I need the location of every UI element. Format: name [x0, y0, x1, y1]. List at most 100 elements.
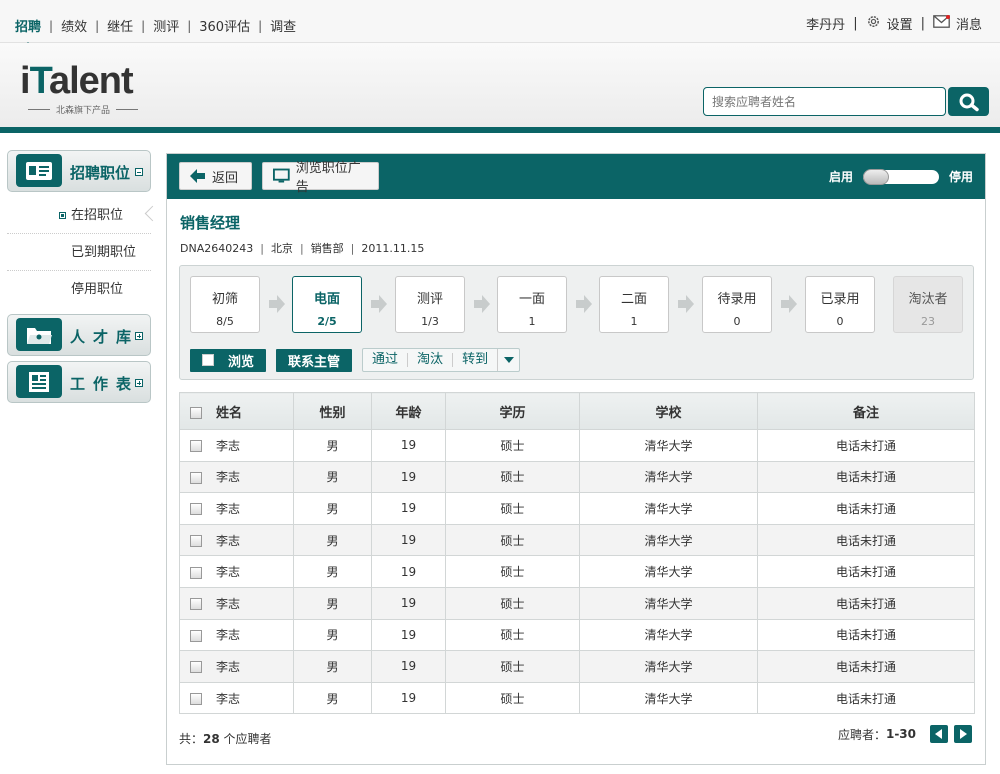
arrow-right-icon [576, 295, 592, 313]
arrow-right-icon [678, 295, 694, 313]
table-row[interactable]: 李志 男 19 硕士 清华大学 电话未打通 [179, 523, 975, 557]
sidebar-item-expired-positions[interactable]: 已到期职位 [7, 234, 151, 271]
candidate-name[interactable]: 李志 [216, 534, 240, 548]
job-code: DNA2640243 [180, 241, 254, 255]
messages-link[interactable]: 消息 [956, 14, 982, 33]
header-checkbox[interactable] [190, 407, 202, 419]
enable-disable-slider[interactable] [862, 168, 939, 185]
row-checkbox[interactable] [190, 629, 202, 642]
transfer-dropdown[interactable] [497, 349, 519, 371]
nav-360[interactable]: 360评估 [199, 16, 250, 35]
mail-icon[interactable] [933, 15, 950, 32]
action-toolbar: 浏览 联系主管 通过 淘汰 转到 [190, 348, 521, 372]
sidebar-recruit-positions[interactable]: 招聘职位 [7, 150, 151, 192]
select-all-checkbox[interactable] [202, 354, 214, 366]
table-row[interactable]: 李志 男 19 硕士 清华大学 电话未打通 [179, 555, 975, 588]
row-checkbox[interactable] [190, 503, 202, 516]
nav-recruit[interactable]: 招聘 [15, 16, 41, 47]
sidebar-talent-pool[interactable]: 人才库 [7, 314, 151, 356]
row-checkbox[interactable] [190, 471, 202, 484]
stage-assessment[interactable]: 测评 1/3 [395, 276, 465, 333]
candidate-name[interactable]: 李志 [216, 439, 240, 453]
table-row[interactable]: 李志 男 19 硕士 清华大学 电话未打通 [179, 460, 975, 494]
nav-separator: | [141, 18, 146, 33]
stage-pending-hire[interactable]: 待录用 0 [702, 276, 772, 333]
nav-separator: | [49, 18, 54, 33]
row-checkbox[interactable] [190, 440, 202, 453]
stage-screening[interactable]: 初筛 8/5 [190, 276, 260, 333]
row-checkbox[interactable] [190, 693, 202, 706]
stage-second-interview[interactable]: 二面 1 [599, 276, 669, 333]
prev-page-button[interactable] [930, 725, 948, 743]
expand-icon[interactable] [135, 332, 143, 340]
column-school[interactable]: 学校 [579, 392, 758, 430]
table-row[interactable]: 李志 男 19 硕士 清华大学 电话未打通 [179, 429, 975, 462]
column-age[interactable]: 年龄 [371, 392, 446, 430]
table-header-row: 姓名 性别 年龄 学历 学校 备注 [179, 392, 975, 430]
candidate-name[interactable]: 李志 [216, 597, 240, 611]
contact-manager-button[interactable]: 联系主管 [276, 348, 353, 372]
stage-hired[interactable]: 已录用 0 [805, 276, 875, 333]
job-date: 2011.11.15 [361, 241, 425, 255]
gear-icon[interactable] [866, 14, 881, 33]
settings-link[interactable]: 设置 [887, 14, 913, 33]
column-name[interactable]: 姓名 [179, 392, 294, 430]
header: iTalent 北森旗下产品 [0, 43, 1000, 127]
transfer-button[interactable]: 转到 [453, 353, 497, 367]
nav-survey[interactable]: 调查 [270, 16, 296, 35]
candidate-name[interactable]: 李志 [216, 565, 240, 579]
user-name[interactable]: 李丹丹 [806, 14, 845, 33]
table-row[interactable]: 李志 男 19 硕士 清华大学 电话未打通 [179, 650, 975, 683]
table-row[interactable]: 李志 男 19 硕士 清华大学 电话未打通 [179, 681, 975, 715]
nav-assessment[interactable]: 测评 [153, 16, 179, 35]
stage-phone-interview[interactable]: 电面 2/5 [292, 276, 362, 333]
row-checkbox[interactable] [190, 535, 202, 548]
search-button[interactable] [948, 87, 989, 116]
pass-button[interactable]: 通过 [363, 353, 409, 367]
sidebar-item-open-positions[interactable]: 在招职位 [7, 197, 151, 234]
folder-icon [16, 318, 62, 351]
browse-button[interactable]: 浏览 [190, 348, 267, 372]
candidate-name[interactable]: 李志 [216, 628, 240, 642]
candidate-name[interactable]: 李志 [216, 660, 240, 674]
eliminate-button[interactable]: 淘汰 [408, 353, 454, 367]
nav-separator: | [187, 18, 192, 33]
chevron-right-icon [960, 729, 967, 739]
browse-ad-button[interactable]: 浏览职位广告 [262, 161, 379, 195]
nav-separator: | [920, 16, 925, 31]
job-meta: DNA2640243 | 北京 | 销售部 | 2011.11.15 [180, 241, 425, 256]
back-button[interactable]: 返回 [179, 162, 252, 190]
sidebar: 招聘职位 在招职位 已到期职位 停用职位 人才库 工作表 [7, 150, 151, 408]
expand-icon[interactable] [135, 379, 143, 387]
module-nav: 招聘 | 绩效 | 继任 | 测评 | 360评估 | 调查 [15, 16, 296, 47]
next-page-button[interactable] [954, 725, 972, 743]
arrow-right-icon [371, 295, 387, 313]
row-checkbox[interactable] [190, 598, 202, 611]
stage-pipeline: 初筛 8/5 电面 2/5 测评 1/3 一面 1 二面 1 待录用 0 已录用 0 淘汰者 2… [179, 265, 974, 380]
search-input[interactable] [703, 87, 946, 116]
collapse-icon[interactable] [135, 168, 143, 176]
table-row[interactable]: 李志 男 19 硕士 清华大学 电话未打通 [179, 618, 975, 652]
sidebar-item-disabled-positions[interactable]: 停用职位 [7, 271, 151, 308]
panel-header: 返回 浏览职位广告 启用 停用 [167, 154, 985, 199]
nav-performance[interactable]: 绩效 [61, 16, 87, 35]
nav-succession[interactable]: 继任 [107, 16, 133, 35]
column-remark[interactable]: 备注 [757, 392, 975, 430]
column-gender[interactable]: 性别 [293, 392, 372, 430]
stage-eliminated[interactable]: 淘汰者 23 [893, 276, 963, 333]
italent-logo[interactable]: iTalent 北森旗下产品 [20, 61, 144, 116]
table-row[interactable]: 李志 男 19 硕士 清华大学 电话未打通 [179, 586, 975, 620]
candidate-table: 姓名 性别 年龄 学历 学校 备注 李志 男 19 硕士 清华大学 电话未打通 李志 男… [179, 392, 975, 715]
sidebar-worksheet[interactable]: 工作表 [7, 361, 151, 403]
slider-handle[interactable] [862, 168, 889, 185]
stage-first-interview[interactable]: 一面 1 [497, 276, 567, 333]
row-checkbox[interactable] [190, 661, 202, 674]
candidate-name[interactable]: 李志 [216, 692, 240, 706]
row-checkbox[interactable] [190, 566, 202, 579]
main-panel: 返回 浏览职位广告 启用 停用 销售经理 DNA2640243 | 北京 | 销… [166, 153, 986, 765]
candidate-name[interactable]: 李志 [216, 470, 240, 484]
candidate-name[interactable]: 李志 [216, 502, 240, 516]
caret-down-icon [503, 357, 514, 363]
column-education[interactable]: 学历 [445, 392, 580, 430]
table-row[interactable]: 李志 男 19 硕士 清华大学 电话未打通 [179, 492, 975, 525]
